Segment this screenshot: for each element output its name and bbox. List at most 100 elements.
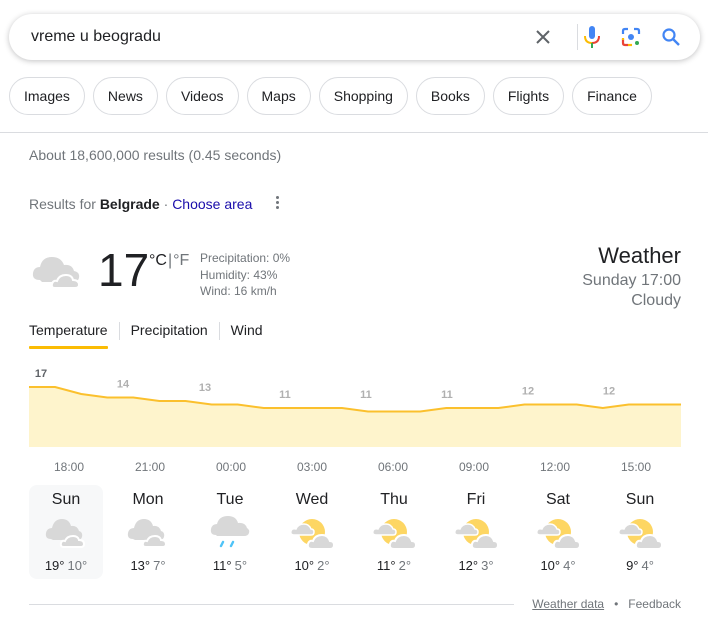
weather-condition: Cloudy xyxy=(631,292,681,309)
forecast-day-name: Tue xyxy=(216,491,244,508)
forecast-day[interactable]: Sun 19° 10° xyxy=(29,485,103,579)
tab-precipitation[interactable]: Precipitation xyxy=(131,322,208,346)
chart-data-label: 12 xyxy=(522,386,534,398)
feedback-link[interactable]: Feedback xyxy=(628,597,681,611)
wind-value: Wind: 16 km/h xyxy=(200,284,277,298)
partly-cloudy-icon xyxy=(454,513,500,553)
choose-area-link[interactable]: Choose area xyxy=(172,196,252,212)
chart-x-tick-label: 06:00 xyxy=(377,460,409,474)
forecast-day[interactable]: Fri 12° 3° xyxy=(439,485,513,579)
chart-x-tick-label: 21:00 xyxy=(134,460,166,474)
chart-x-tick-label: 18:00 xyxy=(53,460,85,474)
forecast-day[interactable]: Mon 13° 7° xyxy=(111,485,185,579)
forecast-high: 11° xyxy=(376,558,396,573)
forecast-high: 11° xyxy=(212,558,232,573)
tab-separator xyxy=(118,322,120,340)
weather-tabs: Temperature Precipitation Wind xyxy=(29,322,263,349)
partly-cloudy-icon xyxy=(618,513,664,553)
weather-datetime: Sunday 17:00 xyxy=(582,272,681,289)
forecast-temps: 11° 5° xyxy=(193,558,267,573)
tab-temperature[interactable]: Temperature xyxy=(29,322,108,349)
partly-cloudy-icon xyxy=(290,513,336,553)
chart-data-label: 11 xyxy=(441,389,453,401)
forecast-high: 10° xyxy=(294,558,315,573)
partly-cloudy-icon xyxy=(536,513,582,553)
chart-data-label: 17 xyxy=(35,368,47,380)
footer-dot: • xyxy=(614,597,619,611)
celsius-toggle[interactable]: °C xyxy=(149,252,167,269)
daily-forecast: Sun 19° 10° Mon 13° 7° Tue 11° 5° Wed 10° 2° Thu 11° 2… xyxy=(29,485,677,579)
search-input[interactable]: vreme u beogradu xyxy=(31,28,161,46)
forecast-temps: 12° 3° xyxy=(439,558,513,573)
chart-data-label: 12 xyxy=(603,386,615,398)
search-icon[interactable] xyxy=(659,25,683,49)
forecast-low: 3° xyxy=(481,558,494,573)
precipitation-value: Precipitation: 0% xyxy=(200,251,291,265)
chip-news[interactable]: News xyxy=(92,77,158,115)
cloudy-icon xyxy=(44,513,88,553)
forecast-high: 12° xyxy=(458,558,479,573)
humidity-value: Humidity: 43% xyxy=(200,267,278,282)
forecast-temps: 19° 10° xyxy=(29,558,103,573)
chip-shopping[interactable]: Shopping xyxy=(318,77,408,115)
weather-title: Weather xyxy=(598,243,681,268)
forecast-day[interactable]: Sun 9° 4° xyxy=(603,485,677,579)
chart-x-tick-label: 03:00 xyxy=(296,460,328,474)
unit-separator: | xyxy=(167,252,173,269)
weather-data-link[interactable]: Weather data xyxy=(532,597,604,611)
cloudy-icon xyxy=(126,513,170,553)
weather-subtitle: Sunday 17:00 Cloudy xyxy=(582,271,681,311)
forecast-day[interactable]: Thu 11° 2° xyxy=(357,485,431,579)
chip-finance[interactable]: Finance xyxy=(572,77,652,115)
chip-images[interactable]: Images xyxy=(9,77,85,115)
weather-footer: Weather data • Feedback xyxy=(532,597,681,611)
tab-separator xyxy=(218,322,220,340)
fahrenheit-toggle[interactable]: °F xyxy=(173,252,189,269)
forecast-high: 10° xyxy=(540,558,561,573)
forecast-low: 7° xyxy=(153,558,166,573)
chart-x-axis: 18:00 21:00 00:00 03:00 06:00 09:00 12:00 15:00 xyxy=(0,460,708,476)
forecast-low: 5° xyxy=(234,558,248,573)
search-bar: vreme u beogradu xyxy=(9,14,700,60)
chart-data-label: 14 xyxy=(117,379,130,391)
chart-x-tick-label: 00:00 xyxy=(215,460,247,474)
chip-flights[interactable]: Flights xyxy=(492,77,565,115)
tab-wind[interactable]: Wind xyxy=(231,322,263,346)
forecast-day-name: Sun xyxy=(51,491,81,508)
result-stats: About 18,600,000 results (0.45 seconds) xyxy=(29,147,282,163)
forecast-day-name: Thu xyxy=(380,491,408,508)
chip-maps[interactable]: Maps xyxy=(246,77,311,115)
chart-data-label: 11 xyxy=(279,389,291,401)
forecast-day-name: Sun xyxy=(625,491,655,508)
partly-cloudy-icon xyxy=(372,513,418,553)
chart-x-tick-label: 15:00 xyxy=(620,460,652,474)
chip-books[interactable]: Books xyxy=(415,77,485,115)
forecast-low: 4° xyxy=(563,558,576,573)
search-divider xyxy=(577,24,578,50)
search-filter-chips: Images News Videos Maps Shopping Books F… xyxy=(9,77,652,115)
microphone-icon[interactable] xyxy=(580,25,604,49)
unit-toggle: °C|°F xyxy=(149,252,189,270)
location-name: Belgrade xyxy=(99,196,160,212)
chip-videos[interactable]: Videos xyxy=(165,77,239,115)
forecast-high: 19° xyxy=(44,558,65,573)
lens-icon[interactable] xyxy=(619,25,643,49)
chart-data-label: 11 xyxy=(360,389,372,401)
forecast-day-name: Mon xyxy=(132,491,164,508)
forecast-temps: 11° 2° xyxy=(357,558,431,573)
forecast-temps: 9° 4° xyxy=(603,558,677,573)
forecast-day[interactable]: Tue 11° 5° xyxy=(193,485,267,579)
temperature-area xyxy=(29,387,681,447)
forecast-day-name: Sat xyxy=(545,491,570,508)
forecast-day[interactable]: Sat 10° 4° xyxy=(521,485,595,579)
chart-x-tick-label: 12:00 xyxy=(539,460,571,474)
forecast-low: 2° xyxy=(398,558,412,573)
close-icon[interactable] xyxy=(531,25,555,49)
forecast-low: 4° xyxy=(641,558,654,573)
forecast-day[interactable]: Wed 10° 2° xyxy=(275,485,349,579)
more-options-icon[interactable] xyxy=(272,194,282,212)
forecast-high: 9° xyxy=(626,558,639,573)
cloudy-icon xyxy=(30,250,88,292)
chart-x-tick-label: 09:00 xyxy=(458,460,490,474)
forecast-low: 2° xyxy=(317,558,330,573)
